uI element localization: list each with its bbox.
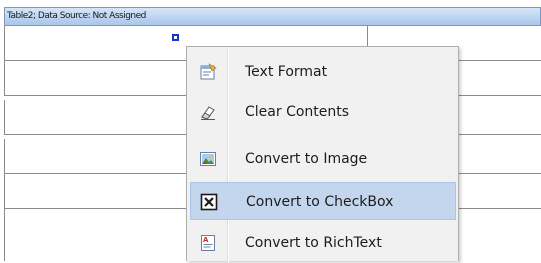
image-icon bbox=[199, 150, 217, 168]
menu-item-clear-contents[interactable]: Clear Contents bbox=[190, 93, 456, 131]
richtext-icon: A bbox=[199, 234, 217, 252]
report-designer-surface: Table2; Data Source: Not Assigned Text F… bbox=[0, 0, 541, 263]
context-menu: Text Format Clear Contents Convert to Im… bbox=[186, 46, 459, 263]
checkbox-icon bbox=[200, 193, 218, 211]
menu-item-convert-to-checkbox[interactable]: Convert to CheckBox bbox=[190, 182, 456, 220]
text-format-icon bbox=[199, 63, 217, 81]
menu-item-label: Clear Contents bbox=[245, 104, 350, 120]
menu-item-convert-to-image[interactable]: Convert to Image bbox=[190, 140, 456, 178]
cell-selection-handle[interactable] bbox=[172, 34, 179, 41]
menu-item-label: Text Format bbox=[245, 64, 328, 80]
table-left-edge bbox=[4, 209, 5, 261]
menu-item-convert-to-richtext[interactable]: A Convert to RichText bbox=[190, 224, 456, 262]
menu-item-label: Convert to Image bbox=[245, 151, 368, 167]
table-header-bar[interactable]: Table2; Data Source: Not Assigned bbox=[4, 7, 541, 26]
menu-item-text-format[interactable]: Text Format bbox=[190, 53, 456, 91]
menu-item-label: Convert to RichText bbox=[245, 235, 382, 251]
eraser-icon bbox=[199, 103, 217, 121]
svg-text:A: A bbox=[203, 236, 209, 244]
menu-item-label: Convert to CheckBox bbox=[246, 194, 394, 210]
